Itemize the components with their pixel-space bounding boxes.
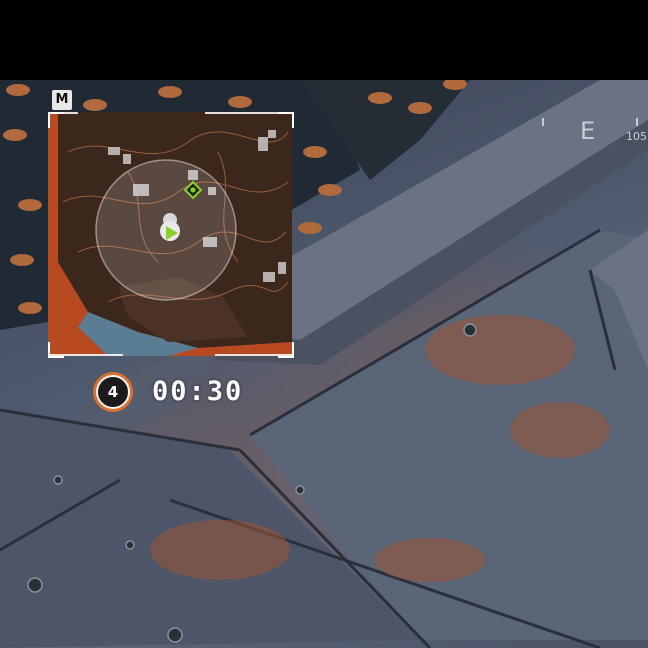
- ring-round-badge: 4: [93, 372, 133, 412]
- minimap-frame: [205, 112, 292, 114]
- minimap-frame: [48, 112, 78, 114]
- minimap-terrain: [58, 112, 292, 356]
- minimap-corner: [278, 112, 294, 128]
- ring-timer: 00:30: [152, 376, 244, 407]
- compass-tick: [542, 118, 544, 126]
- compass-heading: E: [580, 117, 596, 145]
- minimap-frame: [48, 354, 123, 356]
- minimap-corner: [48, 112, 64, 128]
- compass-bearing: 105: [626, 130, 647, 143]
- map-key-hint[interactable]: M: [52, 90, 72, 110]
- compass-tick: [636, 118, 638, 126]
- minimap-frame: [215, 354, 292, 356]
- letterbox-top: [0, 0, 648, 80]
- ring-round-number: 4: [96, 375, 130, 409]
- minimap[interactable]: [48, 112, 292, 356]
